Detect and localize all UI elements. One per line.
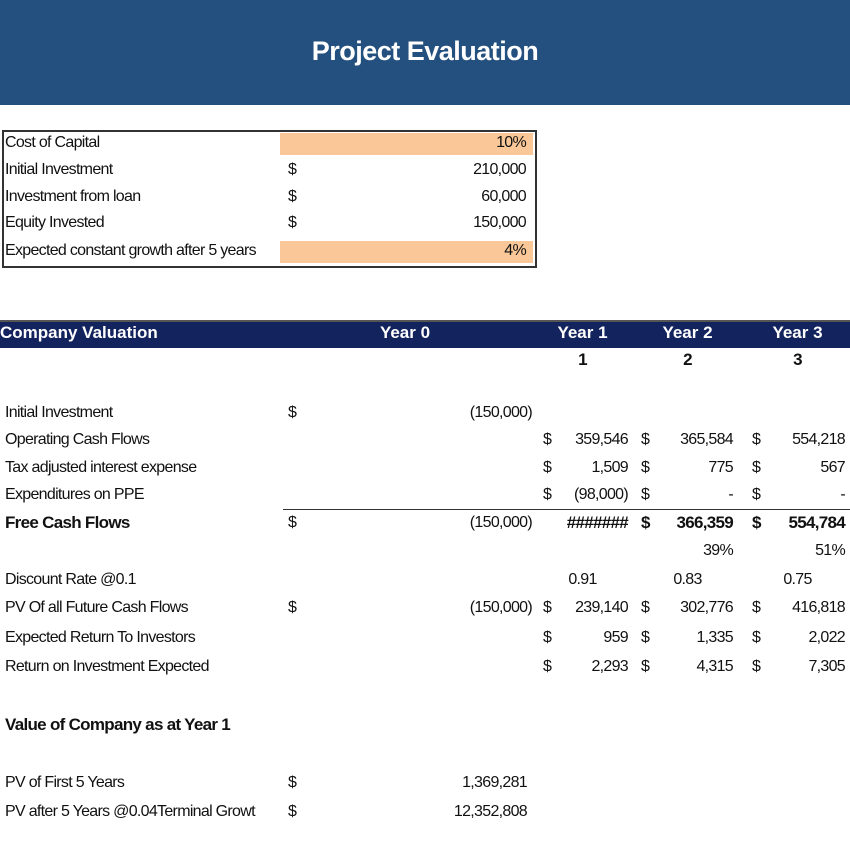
- value-year-3: 0.75: [783, 571, 812, 588]
- sum-divider: [283, 509, 850, 510]
- value-year-2: 1,335: [696, 629, 733, 646]
- currency-year-0: $: [288, 514, 297, 531]
- header-year-1: Year 1: [557, 323, 608, 342]
- currency-year-0: $: [288, 599, 297, 616]
- currency-year-2: $: [641, 599, 650, 616]
- row-label: PV Of all Future Cash Flows: [5, 599, 189, 616]
- row-label: Expenditures on PPE: [5, 486, 144, 503]
- header-year-2: Year 2: [662, 323, 713, 342]
- value-year-3: 2,022: [808, 629, 845, 646]
- company-value-amount: 12,352,808: [453, 803, 528, 820]
- value-year-2: 39%: [703, 542, 734, 559]
- input-value[interactable]: 10%: [380, 133, 527, 153]
- currency-year-1: $: [543, 629, 552, 646]
- input-currency: $: [288, 188, 297, 205]
- value-year-2: 365,584: [680, 431, 734, 448]
- period-number-3: 3: [793, 350, 802, 369]
- value-year-1: 1,509: [591, 459, 628, 476]
- value-year-1: 0.91: [568, 571, 597, 588]
- input-value[interactable]: 210,000: [380, 160, 527, 180]
- input-value[interactable]: 150,000: [380, 213, 527, 233]
- currency-year-3: $: [752, 658, 761, 675]
- row-label: Expected Return To Investors: [5, 629, 196, 646]
- currency-year-1: $: [543, 459, 552, 476]
- input-currency: $: [288, 161, 297, 178]
- currency-year-1: $: [543, 431, 552, 448]
- input-label: Initial Investment: [5, 161, 113, 178]
- header-company-valuation: Company Valuation: [0, 323, 158, 342]
- value-year-3: 7,305: [808, 658, 845, 675]
- currency-year-2: $: [641, 431, 650, 448]
- currency-year-2: $: [641, 658, 650, 675]
- value-year-3: 416,818: [792, 599, 846, 616]
- company-value-currency: $: [288, 803, 297, 820]
- currency-year-3: $: [752, 486, 761, 503]
- value-year-3: 51%: [815, 542, 846, 559]
- value-year-2: 0.83: [673, 571, 702, 588]
- currency-year-1: $: [543, 599, 552, 616]
- input-value[interactable]: 60,000: [380, 187, 526, 207]
- currency-year-2: $: [641, 459, 650, 476]
- company-value-title: Value of Company as at Year 1: [5, 715, 231, 734]
- value-year-2: 4,315: [696, 658, 733, 675]
- input-label: Cost of Capital: [5, 134, 100, 151]
- value-year-2: 775: [708, 459, 733, 476]
- company-value-label: PV after 5 Years @0.04Terminal Growt: [5, 803, 256, 820]
- row-label: Free Cash Flows: [5, 513, 130, 532]
- value-year-0: (150,000): [469, 404, 533, 421]
- value-year-3: 554,218: [792, 431, 846, 448]
- currency-year-0: $: [288, 404, 297, 421]
- value-year-1: 239,140: [575, 599, 629, 616]
- input-label: Equity Invested: [5, 214, 105, 231]
- period-number-1: 1: [578, 350, 587, 369]
- company-value-amount: 1,369,281: [462, 774, 528, 791]
- value-year-1: 359,546: [575, 431, 629, 448]
- currency-year-3: $: [752, 629, 761, 646]
- page-title: Project Evaluation: [311, 36, 539, 66]
- company-value-label: PV of First 5 Years: [5, 774, 125, 791]
- currency-year-2: $: [641, 486, 650, 503]
- currency-year-3: $: [752, 513, 761, 532]
- currency-year-2: $: [641, 629, 650, 646]
- value-year-2: -: [728, 486, 733, 503]
- value-year-0: (150,000): [469, 599, 533, 616]
- value-year-2: 302,776: [680, 599, 734, 616]
- input-label: Expected constant growth after 5 years: [5, 242, 257, 259]
- currency-year-2: $: [641, 513, 650, 532]
- value-year-0: (150,000): [469, 514, 533, 531]
- header-year-3: Year 3: [772, 323, 823, 342]
- value-year-1: (98,000): [574, 486, 629, 503]
- row-label: Discount Rate @0.1: [5, 571, 137, 588]
- value-year-1: #######: [566, 513, 629, 532]
- value-year-3: 554,784: [788, 513, 845, 532]
- period-number-2: 2: [683, 350, 692, 369]
- currency-year-1: $: [543, 658, 552, 675]
- row-label: Tax adjusted interest expense: [5, 459, 197, 476]
- value-year-1: 2,293: [591, 658, 628, 675]
- row-label: Operating Cash Flows: [5, 431, 150, 448]
- header-year-0: Year 0: [379, 323, 431, 342]
- currency-year-3: $: [752, 459, 761, 476]
- input-value[interactable]: 4%: [380, 241, 526, 261]
- currency-year-1: $: [543, 486, 552, 503]
- row-label: Return on Investment Expected: [5, 658, 210, 675]
- value-year-1: 959: [603, 629, 628, 646]
- currency-year-3: $: [752, 599, 761, 616]
- input-label: Investment from loan: [5, 188, 141, 205]
- currency-year-3: $: [752, 431, 761, 448]
- value-year-2: 366,359: [676, 513, 733, 532]
- value-year-3: -: [840, 486, 845, 503]
- value-year-3: 567: [820, 459, 845, 476]
- input-currency: $: [288, 214, 297, 231]
- row-label: Initial Investment: [5, 404, 113, 421]
- company-value-currency: $: [288, 774, 297, 791]
